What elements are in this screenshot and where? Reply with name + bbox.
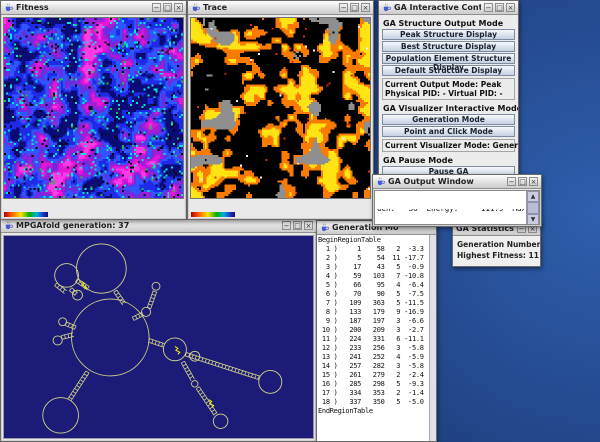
- close-icon[interactable]: ×: [506, 3, 515, 12]
- best-structure-display-button[interactable]: Best Structure Display: [382, 41, 515, 52]
- ga-statistics-window: GA Statistics −× Generation Number: 36 H…: [452, 221, 541, 267]
- trace-heatmap[interactable]: [191, 18, 370, 198]
- minimize-icon[interactable]: −: [152, 3, 161, 12]
- scrollbar-thumb[interactable]: [527, 202, 539, 214]
- minimize-icon[interactable]: −: [339, 3, 348, 12]
- maximize-icon[interactable]: □: [293, 221, 302, 230]
- close-icon[interactable]: ×: [304, 221, 313, 230]
- scroll-up-icon[interactable]: ▲: [527, 191, 539, 202]
- peak-structure-display-button[interactable]: Peak Structure Display: [382, 29, 515, 40]
- maximize-icon[interactable]: □: [518, 177, 527, 186]
- section-label: GA Visualizer Interactive Mode: [383, 104, 514, 113]
- close-icon[interactable]: ×: [361, 3, 370, 12]
- java-cup-icon: [191, 3, 200, 12]
- maximize-icon[interactable]: □: [350, 3, 359, 12]
- point-and-click-mode-button[interactable]: Point and Click Mode: [382, 126, 515, 137]
- java-cup-icon: [376, 177, 385, 186]
- ga-output-window: GA Output Window −□× Gen: 36 Energy: 111…: [372, 174, 542, 227]
- section-label: GA Structure Output Mode: [383, 19, 514, 28]
- fitness-heatmap[interactable]: [4, 18, 183, 198]
- close-icon[interactable]: ×: [174, 3, 183, 12]
- monitor-scrollbar[interactable]: [429, 235, 436, 441]
- ga-interactive-controls-window: GA Interactive Controls −□× GA Structure…: [378, 0, 519, 178]
- window-title: GA Interactive Controls: [394, 3, 481, 12]
- maximize-icon[interactable]: □: [495, 3, 504, 12]
- rna-secondary-structure: [4, 236, 313, 438]
- window-title: MPGAfold generation: 37: [16, 221, 279, 230]
- rna-structure-canvas[interactable]: [3, 235, 314, 439]
- trace-titlebar[interactable]: Trace −□×: [188, 1, 373, 15]
- fitness-window: Fitness −□×: [0, 0, 187, 220]
- generation-mode-button[interactable]: Generation Mode: [382, 114, 515, 125]
- generation-monitor-window: Generation Mo BeginRegionTable 1 ) 1 58 …: [316, 220, 437, 442]
- java-cup-icon: [4, 221, 13, 230]
- java-cup-icon: [4, 3, 13, 12]
- minimize-icon[interactable]: −: [282, 221, 291, 230]
- mpgafold-titlebar[interactable]: MPGAfold generation: 37 −□×: [1, 219, 316, 233]
- fitness-titlebar[interactable]: Fitness −□×: [1, 1, 186, 15]
- mpgafold-window: MPGAfold generation: 37 −□×: [0, 218, 317, 442]
- fitness-color-scale: [4, 212, 48, 217]
- region-table-text: BeginRegionTable 1 ) 1 58 2 -3.3 2 ) 5 5…: [317, 235, 429, 441]
- trace-color-scale: [191, 212, 235, 217]
- population-element-structure-display-button[interactable]: Population Element Structure Display: [382, 53, 515, 64]
- status-line: Current Output Mode: Peak: [385, 80, 512, 89]
- minimize-icon[interactable]: −: [484, 3, 493, 12]
- window-title: Trace: [203, 3, 336, 12]
- minimize-icon[interactable]: −: [507, 177, 516, 186]
- scroll-down-icon[interactable]: ▼: [527, 214, 539, 225]
- java-cup-icon: [320, 223, 329, 232]
- highest-fitness-text: Highest Fitness: 111.8: [457, 250, 536, 261]
- status-box: Current Output Mode: PeakPhysical PID: -…: [382, 78, 515, 100]
- controls-titlebar[interactable]: GA Interactive Controls −□×: [379, 1, 518, 15]
- status-line: Current Visualizer Mode: Generation: [385, 141, 512, 150]
- close-icon[interactable]: ×: [529, 177, 538, 186]
- java-cup-icon: [382, 3, 391, 12]
- clipped-log-line: Gen: 36 Energy: 111.9 Max: 5.1 Avg: [377, 209, 524, 213]
- output-scrollbar[interactable]: ▲ ▼: [526, 191, 539, 224]
- generation-number-text: Generation Number: 36: [457, 239, 536, 250]
- section-label: GA Pause Mode: [383, 156, 514, 165]
- output-log: Gen: 36 Energy: 111.9 Max: 5.1 Avg -----…: [375, 191, 526, 224]
- maximize-icon[interactable]: □: [163, 3, 172, 12]
- window-title: Fitness: [16, 3, 149, 12]
- desktop: MPGAfold generation: 37 −□× Generation M…: [0, 0, 600, 442]
- window-title: GA Output Window: [388, 177, 504, 186]
- output-titlebar[interactable]: GA Output Window −□×: [373, 175, 541, 189]
- trace-window: Trace −□×: [187, 0, 374, 220]
- default-structure-display-button[interactable]: Default Structure Display: [382, 65, 515, 76]
- status-line: Physical PID: - Virtual PID: -: [385, 89, 512, 98]
- status-box: Current Visualizer Mode: Generation: [382, 139, 515, 152]
